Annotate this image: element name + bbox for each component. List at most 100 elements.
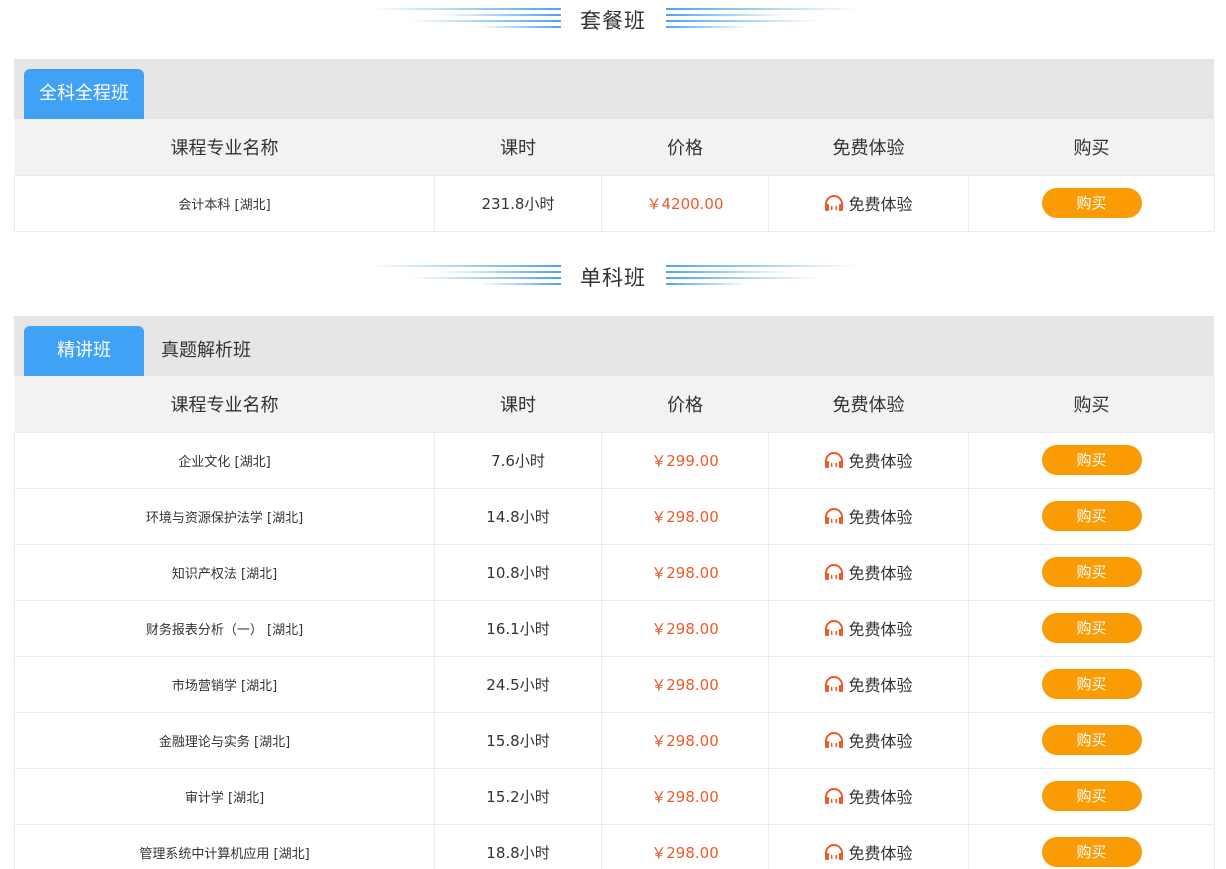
free-trial-cell: 免费体验 [768,599,969,657]
free-trial-link[interactable]: 免费体验 [824,840,913,864]
buy-button[interactable]: 购买 [1041,837,1142,867]
course-price: ￥298.00 [601,543,769,601]
buy-button[interactable]: 购买 [1041,781,1142,811]
headphones-icon [825,788,844,804]
buy-button[interactable]: 购买 [1041,445,1142,475]
free-trial-label: 免费体验 [848,564,913,583]
table-row: 知识产权法 [湖北] 10.8小时 ￥298.00 免费体验 购买 [14,543,1215,601]
course-hours: 15.8小时 [434,711,602,769]
header-hours: 课时 [434,376,602,432]
free-trial-link[interactable]: 免费体验 [824,672,913,696]
buy-cell: 购买 [968,711,1215,769]
tab-intensive[interactable]: 精讲班 [24,326,144,376]
course-price: ￥298.00 [601,767,769,825]
free-trial-link[interactable]: 免费体验 [824,191,913,215]
course-hours: 10.8小时 [434,543,602,601]
free-trial-label: 免费体验 [848,732,913,751]
course-price: ￥298.00 [601,599,769,657]
section-title-single: 单科班 [0,257,1226,297]
header-buy: 购买 [968,376,1215,432]
buy-button[interactable]: 购买 [1041,557,1142,587]
table-header-row: 课程专业名称 课时 价格 免费体验 购买 [14,119,1215,175]
title-decoration-right [666,0,859,40]
table-row: 企业文化 [湖北] 7.6小时 ￥299.00 免费体验 购买 [14,431,1215,489]
free-trial-label: 免费体验 [848,788,913,807]
free-trial-link[interactable]: 免费体验 [824,448,913,472]
free-trial-cell: 免费体验 [768,543,969,601]
course-name: 管理系统中计算机应用 [湖北] [14,823,435,869]
header-course-name: 课程专业名称 [14,119,435,175]
course-name: 企业文化 [湖北] [14,431,435,489]
tab-exam-analysis[interactable]: 真题解析班 [158,326,254,376]
section-title-text: 单科班 [580,266,646,290]
course-name: 市场营销学 [湖北] [14,655,435,713]
course-price: ￥298.00 [601,711,769,769]
table-row: 环境与资源保护法学 [湖北] 14.8小时 ￥298.00 免费体验 购买 [14,487,1215,545]
course-price: ￥4200.00 [601,174,769,232]
course-price: ￥299.00 [601,431,769,489]
free-trial-link[interactable]: 免费体验 [824,504,913,528]
buy-cell: 购买 [968,487,1215,545]
table-row: 金融理论与实务 [湖北] 15.8小时 ￥298.00 免费体验 购买 [14,711,1215,769]
buy-cell: 购买 [968,599,1215,657]
free-trial-cell: 免费体验 [768,431,969,489]
package-tabbar: 全科全程班 [14,59,1214,119]
buy-cell: 购买 [968,823,1215,869]
free-trial-cell: 免费体验 [768,767,969,825]
course-price: ￥298.00 [601,655,769,713]
buy-button[interactable]: 购买 [1041,501,1142,531]
headphones-icon [825,452,844,468]
course-name: 环境与资源保护法学 [湖北] [14,487,435,545]
course-hours: 16.1小时 [434,599,602,657]
free-trial-label: 免费体验 [848,676,913,695]
free-trial-cell: 免费体验 [768,174,969,232]
headphones-icon [825,620,844,636]
buy-button[interactable]: 购买 [1041,613,1142,643]
package-panel: 全科全程班 课程专业名称 课时 价格 免费体验 购买 会计本科 [湖北] 231.8小时 ￥… [14,59,1215,232]
headphones-icon [825,195,844,211]
free-trial-link[interactable]: 免费体验 [824,728,913,752]
buy-cell: 购买 [968,431,1215,489]
header-course-name: 课程专业名称 [14,376,435,432]
table-row: 管理系统中计算机应用 [湖北] 18.8小时 ￥298.00 免费体验 购买 [14,823,1215,869]
course-hours: 231.8小时 [434,174,602,232]
course-name: 金融理论与实务 [湖北] [14,711,435,769]
free-trial-cell: 免费体验 [768,487,969,545]
free-trial-label: 免费体验 [848,620,913,639]
free-trial-label: 免费体验 [848,508,913,527]
header-free-trial: 免费体验 [768,119,969,175]
table-header-row: 课程专业名称 课时 价格 免费体验 购买 [14,376,1215,432]
course-name: 会计本科 [湖北] [14,174,435,232]
course-hours: 24.5小时 [434,655,602,713]
title-decoration-right [666,257,859,297]
free-trial-link[interactable]: 免费体验 [824,616,913,640]
header-free-trial: 免费体验 [768,376,969,432]
course-price: ￥298.00 [601,823,769,869]
course-hours: 18.8小时 [434,823,602,869]
buy-button[interactable]: 购买 [1041,669,1142,699]
buy-cell: 购买 [968,767,1215,825]
headphones-icon [825,844,844,860]
buy-cell: 购买 [968,543,1215,601]
free-trial-label: 免费体验 [848,195,913,214]
course-name: 财务报表分析（一） [湖北] [14,599,435,657]
free-trial-label: 免费体验 [848,452,913,471]
course-hours: 14.8小时 [434,487,602,545]
buy-button[interactable]: 购买 [1041,725,1142,755]
section-title-text: 套餐班 [580,9,646,33]
table-row: 会计本科 [湖北] 231.8小时 ￥4200.00 免费体验 购买 [14,174,1215,232]
free-trial-link[interactable]: 免费体验 [824,560,913,584]
header-buy: 购买 [968,119,1215,175]
buy-button[interactable]: 购买 [1041,188,1142,218]
buy-cell: 购买 [968,655,1215,713]
header-price: 价格 [601,119,769,175]
course-price: ￥298.00 [601,487,769,545]
free-trial-link[interactable]: 免费体验 [824,784,913,808]
header-hours: 课时 [434,119,602,175]
header-price: 价格 [601,376,769,432]
course-name: 审计学 [湖北] [14,767,435,825]
package-table: 课程专业名称 课时 价格 免费体验 购买 会计本科 [湖北] 231.8小时 ￥4200.0… [14,119,1215,232]
buy-cell: 购买 [968,174,1215,232]
single-panel: 精讲班 真题解析班 课程专业名称 课时 价格 免费体验 购买 企业文化 [湖北] 7.6小… [14,316,1215,869]
tab-full-course[interactable]: 全科全程班 [24,69,144,119]
